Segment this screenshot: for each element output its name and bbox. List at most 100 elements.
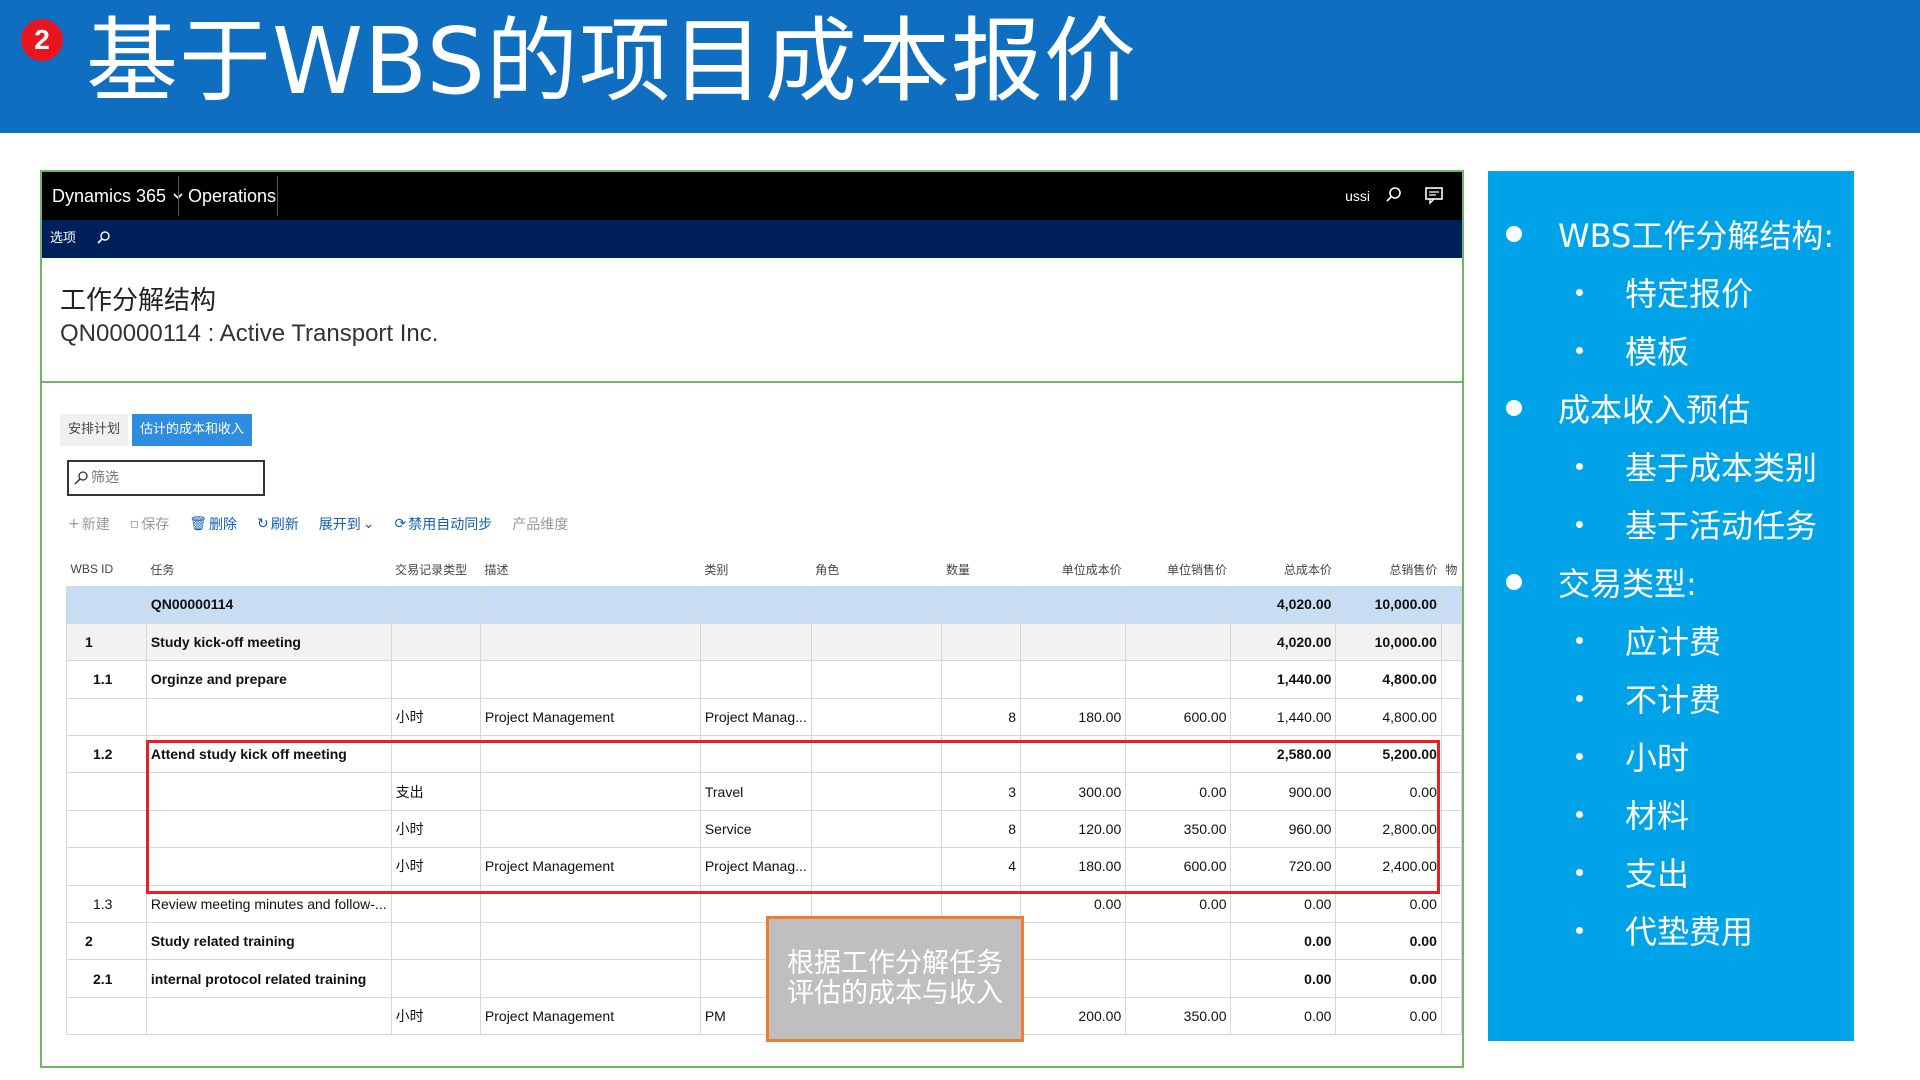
search-icon[interactable] (96, 230, 112, 246)
table-cell[interactable] (480, 660, 701, 699)
table-cell[interactable]: Project Management (480, 847, 701, 886)
table-cell[interactable] (941, 735, 1022, 774)
table-cell[interactable] (66, 586, 147, 624)
new-button[interactable]: + 新建 (68, 514, 110, 534)
table-cell[interactable]: 0.00 (1335, 959, 1442, 998)
table-cell[interactable]: 0.00 (1230, 885, 1337, 924)
table-cell[interactable]: Travel (700, 772, 812, 811)
column-header[interactable]: WBS ID (67, 552, 147, 586)
table-cell[interactable] (480, 586, 701, 624)
table-cell[interactable] (66, 772, 147, 811)
table-cell[interactable]: 1,440.00 (1230, 698, 1337, 737)
table-cell[interactable] (1125, 623, 1232, 662)
column-header[interactable]: 单位成本价 (1021, 552, 1126, 586)
table-cell[interactable]: 小时 (391, 847, 481, 886)
table-cell[interactable]: 0.00 (1335, 772, 1442, 811)
table-cell[interactable] (700, 735, 812, 774)
table-cell[interactable]: 350.00 (1125, 997, 1232, 1036)
table-cell[interactable] (941, 660, 1022, 699)
table-cell[interactable] (1441, 810, 1462, 849)
table-cell[interactable]: 600.00 (1125, 847, 1232, 886)
table-cell[interactable] (1441, 847, 1462, 886)
column-header[interactable]: 类别 (700, 552, 811, 586)
table-cell[interactable]: 2 (66, 922, 147, 961)
module-label[interactable]: Operations (188, 172, 276, 220)
table-cell[interactable] (700, 660, 812, 699)
table-cell[interactable] (1441, 586, 1462, 624)
column-header[interactable]: 物 (1441, 552, 1461, 586)
column-header[interactable]: 数量 (942, 552, 1021, 586)
table-cell[interactable] (480, 735, 701, 774)
table-cell[interactable]: 180.00 (1020, 847, 1127, 886)
table-cell[interactable] (1020, 623, 1127, 662)
table-cell[interactable] (1441, 660, 1462, 699)
table-row[interactable]: 小时 Project Management Project Manag... 8 180… (66, 698, 1462, 737)
table-row[interactable]: 支出 Travel 3 300.00 0.00 900.00 0.00 (66, 772, 1462, 811)
disable-auto-sync-button[interactable]: ⟳ 禁用自动同步 (394, 514, 492, 534)
table-cell[interactable]: 960.00 (1230, 810, 1337, 849)
table-cell[interactable]: 600.00 (1125, 698, 1232, 737)
table-cell[interactable]: 720.00 (1230, 847, 1337, 886)
column-header[interactable]: 角色 (811, 552, 942, 586)
table-cell[interactable] (480, 922, 701, 961)
table-row[interactable]: 小时 Project Management Project Manag... 4 180… (66, 847, 1462, 886)
table-row[interactable]: 小时 Service 8 120.00 350.00 960.00 2,800.00 (66, 810, 1462, 849)
table-cell[interactable]: Project Management (480, 698, 701, 737)
table-cell[interactable]: 0.00 (1125, 885, 1232, 924)
table-cell[interactable] (700, 623, 812, 662)
table-cell[interactable]: 300.00 (1020, 772, 1127, 811)
table-cell[interactable] (1441, 959, 1462, 998)
table-cell[interactable] (146, 997, 392, 1036)
column-header[interactable]: 总成本价 (1231, 552, 1336, 586)
table-cell[interactable] (700, 586, 812, 624)
table-cell[interactable]: 180.00 (1020, 698, 1127, 737)
table-row[interactable]: 1 Study kick-off meeting 4,020.00 10,000.00 (66, 623, 1462, 662)
table-cell[interactable]: 4 (941, 847, 1022, 886)
table-cell[interactable] (941, 586, 1022, 624)
table-cell[interactable]: 8 (941, 698, 1022, 737)
table-cell[interactable] (391, 623, 481, 662)
table-cell[interactable] (1125, 959, 1232, 998)
table-cell[interactable] (66, 847, 147, 886)
table-cell[interactable]: 2.1 (66, 959, 147, 998)
table-cell[interactable] (811, 735, 943, 774)
table-cell[interactable] (1441, 997, 1462, 1036)
filter-input[interactable] (91, 466, 261, 490)
table-row[interactable]: 1.1 Orginze and prepare 1,440.00 4,800.00 (66, 660, 1462, 699)
tab-schedule[interactable]: 安排计划 (60, 414, 129, 446)
table-cell[interactable] (480, 959, 701, 998)
table-cell[interactable] (811, 810, 943, 849)
table-cell[interactable] (811, 660, 943, 699)
table-cell[interactable]: 4,020.00 (1230, 623, 1337, 662)
table-cell[interactable] (66, 997, 147, 1036)
table-cell[interactable]: 4,800.00 (1335, 660, 1442, 699)
table-cell[interactable]: Project Manag... (700, 847, 812, 886)
table-cell[interactable]: 3 (941, 772, 1022, 811)
table-cell[interactable] (1125, 660, 1232, 699)
table-cell[interactable] (1020, 922, 1127, 961)
table-cell[interactable] (811, 847, 943, 886)
column-header[interactable]: 单位销售价 (1126, 552, 1231, 586)
table-row[interactable]: 小时 Project Management PM 200.00 350.00 0.00 0.… (66, 997, 1462, 1036)
table-cell[interactable]: 900.00 (1230, 772, 1337, 811)
save-button[interactable]: ▫ 保存 (130, 514, 170, 534)
table-cell[interactable]: Service (700, 810, 812, 849)
table-cell[interactable]: Project Manag... (700, 698, 812, 737)
table-cell[interactable]: 120.00 (1020, 810, 1127, 849)
search-icon[interactable] (1384, 185, 1404, 205)
table-cell[interactable]: 0.00 (1020, 885, 1127, 924)
table-cell[interactable]: 5,200.00 (1335, 735, 1442, 774)
table-cell[interactable] (480, 623, 701, 662)
tab-estimated-cost-revenue[interactable]: 估计的成本和收入 (132, 414, 253, 446)
table-cell[interactable] (1125, 586, 1232, 624)
table-cell[interactable]: 1.2 (66, 735, 147, 774)
table-cell[interactable] (480, 772, 701, 811)
table-cell[interactable]: 4,800.00 (1335, 698, 1442, 737)
options-menu[interactable]: 选项 (50, 220, 76, 258)
brand-menu[interactable]: Dynamics 365 (52, 172, 194, 220)
table-cell[interactable] (480, 885, 701, 924)
table-cell[interactable]: 10,000.00 (1335, 586, 1442, 624)
expand-to-button[interactable]: 展开到 ⌄ (319, 514, 375, 534)
table-cell[interactable] (391, 885, 481, 924)
table-cell[interactable] (1020, 959, 1127, 998)
